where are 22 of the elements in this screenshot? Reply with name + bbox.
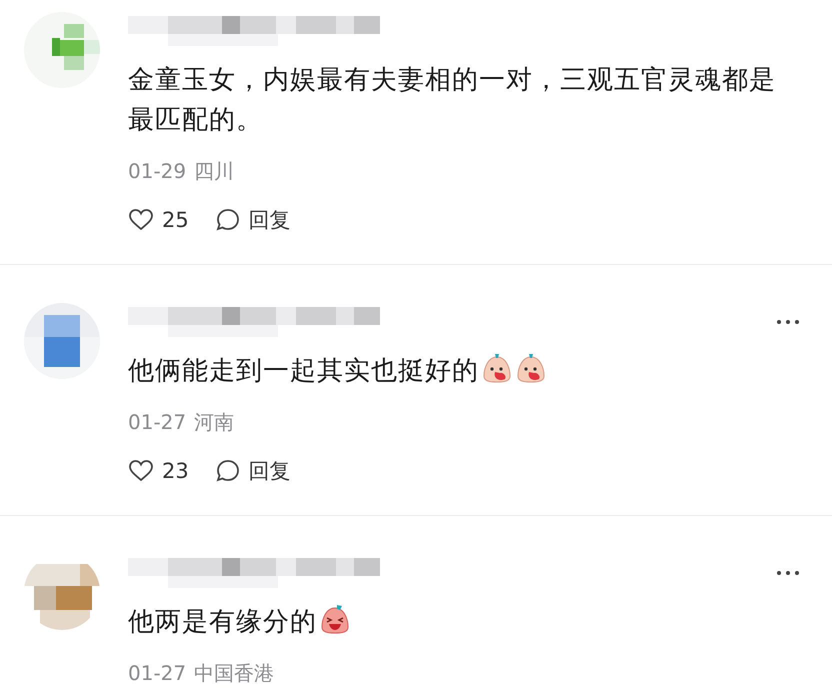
- comment-date: 01-27: [128, 409, 186, 436]
- comment-location: 河南: [194, 409, 234, 436]
- more-icon[interactable]: [776, 570, 800, 576]
- comment-location: 四川: [194, 158, 234, 185]
- comment-text: 他两是有缘分的: [128, 607, 317, 637]
- speech-bubble-icon: [214, 458, 241, 484]
- laughing-face-icon: [319, 603, 351, 635]
- reply-button[interactable]: 回复: [214, 206, 291, 234]
- blushing-face-icon: [515, 352, 547, 384]
- like-button[interactable]: 25: [128, 208, 189, 232]
- heart-icon: [128, 208, 154, 232]
- reply-button[interactable]: 回复: [214, 457, 291, 485]
- more-icon[interactable]: [776, 319, 800, 325]
- comment-date: 01-29: [128, 158, 186, 185]
- comment-text: 金童玉女，内娱最有夫妻相的一对，三观五官灵魂都是最匹配的。: [128, 65, 776, 135]
- blushing-face-icon: [481, 352, 513, 384]
- comment-location: 中国香港: [194, 660, 274, 687]
- comment-text: 他俩能走到一起其实也挺好的: [128, 356, 479, 386]
- speech-bubble-icon: [214, 207, 241, 233]
- comment-date: 01-27: [128, 660, 186, 687]
- like-button[interactable]: 23: [128, 459, 189, 483]
- heart-icon: [128, 459, 154, 483]
